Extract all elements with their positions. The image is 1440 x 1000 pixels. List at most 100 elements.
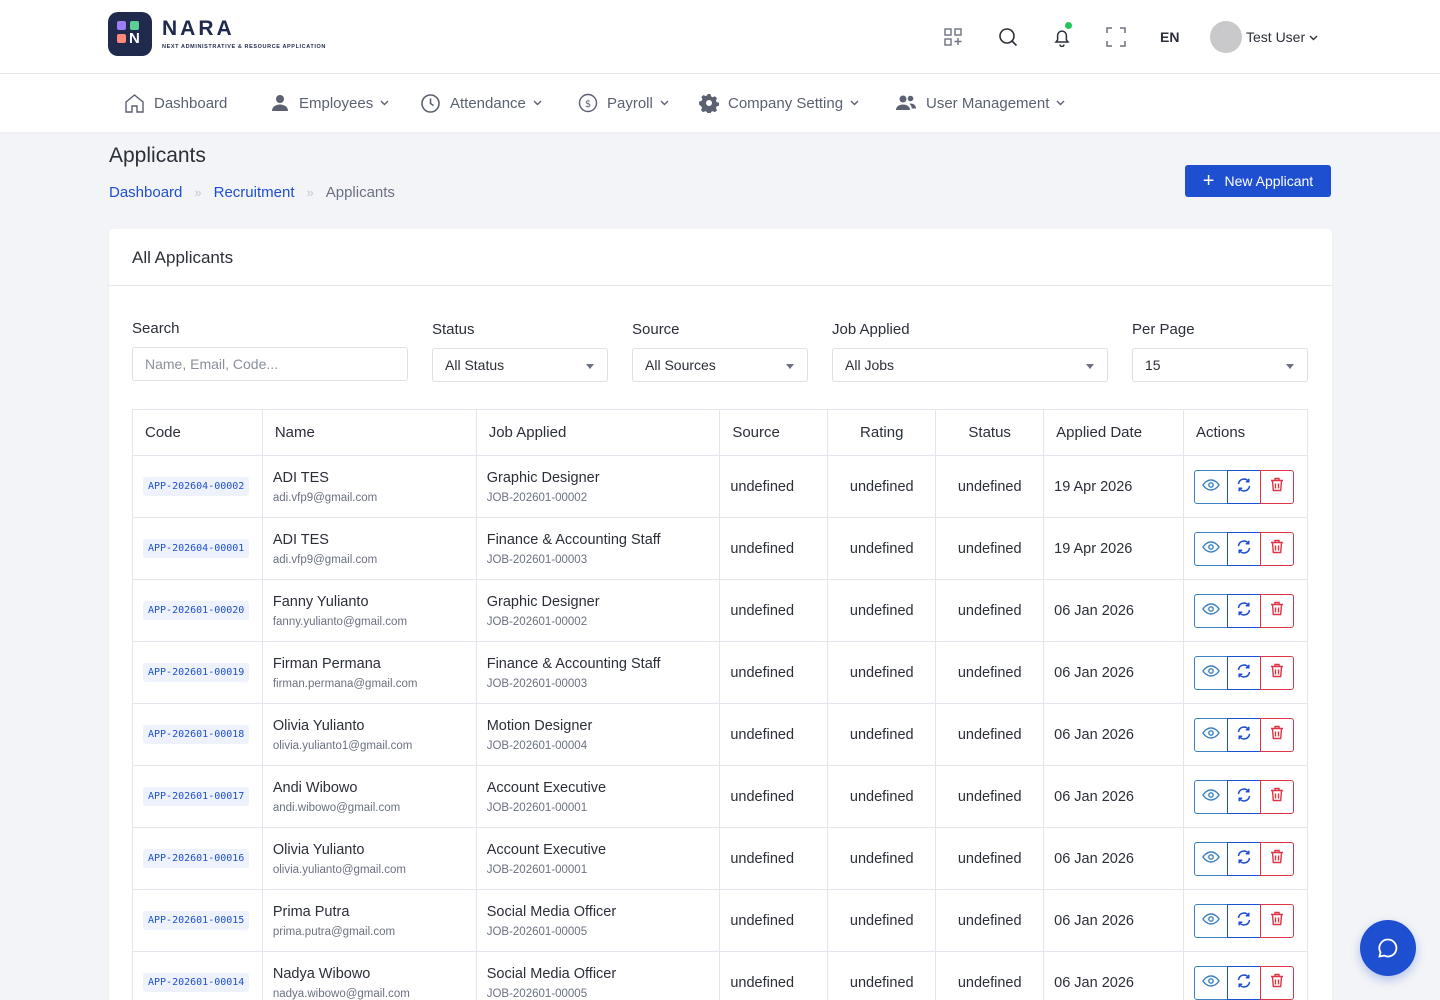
breadcrumb-separator-icon: » [306, 185, 314, 200]
cell-rating: undefined [827, 455, 937, 518]
nav-employees[interactable]: Employees [270, 74, 389, 132]
cell-name: Andi Wibowo andi.wibowo@gmail.com [261, 765, 477, 828]
table-row: APP-202601-00020 Fanny Yulianto fanny.yuli… [132, 579, 1309, 642]
chat-button[interactable] [1360, 920, 1416, 976]
update-status-button[interactable] [1226, 717, 1261, 752]
cell-code: APP-202601-00020 [132, 579, 263, 642]
cell-job: Finance & Accounting Staff JOB-202601-000… [475, 641, 721, 704]
delete-button[interactable] [1259, 903, 1294, 938]
apps-grid-icon[interactable] [940, 24, 966, 50]
cell-actions [1182, 517, 1309, 580]
col-status: Status [935, 409, 1045, 456]
gear-icon [699, 93, 719, 113]
view-button[interactable] [1193, 469, 1228, 504]
applicant-name: Prima Putra [272, 903, 350, 920]
delete-button[interactable] [1259, 655, 1294, 690]
perpage-filter: Per Page 15 [1132, 321, 1308, 382]
cell-source: undefined [719, 641, 829, 704]
delete-button[interactable] [1259, 469, 1294, 504]
update-status-button[interactable] [1226, 655, 1261, 690]
card-title: All Applicants [109, 229, 1332, 286]
delete-button[interactable] [1259, 965, 1294, 1000]
caret-down-icon [1086, 364, 1094, 369]
update-status-button[interactable] [1226, 903, 1261, 938]
chat-bubble-icon [1378, 938, 1398, 958]
table-row: APP-202601-00015 Prima Putra prima.putra@g… [132, 889, 1309, 952]
cell-code: APP-202601-00019 [132, 641, 263, 704]
avatar [1210, 21, 1242, 53]
job-code: JOB-202601-00001 [486, 801, 588, 814]
eye-icon [1202, 912, 1220, 929]
eye-icon [1202, 664, 1220, 681]
view-button[interactable] [1193, 903, 1228, 938]
trash-icon [1270, 725, 1284, 744]
clock-icon [420, 93, 441, 114]
update-status-button[interactable] [1226, 531, 1261, 566]
nav-user-management[interactable]: User Management [895, 74, 1065, 132]
chevron-down-icon [533, 100, 542, 106]
code-badge: APP-202601-00017 [143, 787, 250, 806]
job-label: Job Applied [832, 321, 910, 338]
code-badge: APP-202601-00016 [143, 849, 250, 868]
dollar-coin-icon: $ [578, 93, 598, 113]
source-filter: Source All Sources [632, 321, 808, 382]
view-button[interactable] [1193, 655, 1228, 690]
table-row: APP-202604-00001 ADI TES adi.vfp9@gmail.co… [132, 517, 1309, 580]
table-row: APP-202601-00018 Olivia Yulianto olivia.yu… [132, 703, 1309, 766]
code-badge: APP-202604-00001 [143, 539, 250, 558]
language-switcher[interactable]: EN [1160, 29, 1179, 45]
perpage-select[interactable]: 15 [1132, 348, 1308, 382]
update-status-button[interactable] [1226, 779, 1261, 814]
cell-actions [1182, 579, 1309, 642]
breadcrumb-recruitment[interactable]: Recruitment [214, 184, 295, 201]
delete-button[interactable] [1259, 593, 1294, 628]
new-applicant-button[interactable]: + New Applicant [1185, 165, 1331, 197]
view-button[interactable] [1193, 593, 1228, 628]
notification-bell-icon[interactable] [1049, 22, 1075, 50]
status-select[interactable]: All Status [432, 348, 608, 382]
source-select[interactable]: All Sources [632, 348, 808, 382]
code-badge: APP-202601-00018 [143, 725, 250, 744]
nav-company-setting[interactable]: Company Setting [699, 74, 859, 132]
update-status-button[interactable] [1226, 593, 1261, 628]
breadcrumb-separator-icon: » [194, 185, 202, 200]
cell-status: undefined [935, 827, 1045, 890]
nav-attendance[interactable]: Attendance [420, 74, 542, 132]
col-applied-date: Applied Date [1043, 409, 1184, 456]
fullscreen-icon[interactable] [1103, 24, 1129, 50]
cell-status: undefined [935, 889, 1045, 952]
top-header: N NARA NEXT ADMINISTRATIVE & RESOURCE AP… [0, 0, 1440, 74]
search-label: Search [132, 320, 180, 337]
breadcrumb-dashboard[interactable]: Dashboard [109, 184, 182, 201]
delete-button[interactable] [1259, 531, 1294, 566]
applicants-card: All Applicants Search Name, Email, Code.… [109, 229, 1332, 1000]
update-status-button[interactable] [1226, 965, 1261, 1000]
job-select[interactable]: All Jobs [832, 348, 1108, 382]
search-input[interactable]: Name, Email, Code... [132, 347, 408, 381]
trash-icon [1270, 787, 1284, 806]
nav-label: Company Setting [728, 94, 844, 112]
view-button[interactable] [1193, 779, 1228, 814]
brand-logo[interactable]: N NARA NEXT ADMINISTRATIVE & RESOURCE AP… [108, 12, 326, 56]
cell-applied-date: 06 Jan 2026 [1043, 827, 1184, 890]
update-status-button[interactable] [1226, 469, 1261, 504]
job-code: JOB-202601-00002 [486, 491, 588, 504]
user-menu[interactable]: Test User [1210, 21, 1318, 53]
cell-status: undefined [935, 641, 1045, 704]
view-button[interactable] [1193, 965, 1228, 1000]
delete-button[interactable] [1259, 779, 1294, 814]
view-button[interactable] [1193, 841, 1228, 876]
refresh-icon [1236, 663, 1252, 683]
delete-button[interactable] [1259, 841, 1294, 876]
search-icon[interactable] [995, 24, 1021, 50]
code-badge: APP-202601-00019 [143, 663, 250, 682]
view-button[interactable] [1193, 717, 1228, 752]
nav-dashboard[interactable]: Dashboard [124, 74, 227, 132]
view-button[interactable] [1193, 531, 1228, 566]
update-status-button[interactable] [1226, 841, 1261, 876]
delete-button[interactable] [1259, 717, 1294, 752]
eye-icon [1202, 788, 1220, 805]
notification-dot [1065, 22, 1072, 29]
nav-payroll[interactable]: $ Payroll [578, 74, 669, 132]
job-title: Account Executive [486, 841, 607, 858]
